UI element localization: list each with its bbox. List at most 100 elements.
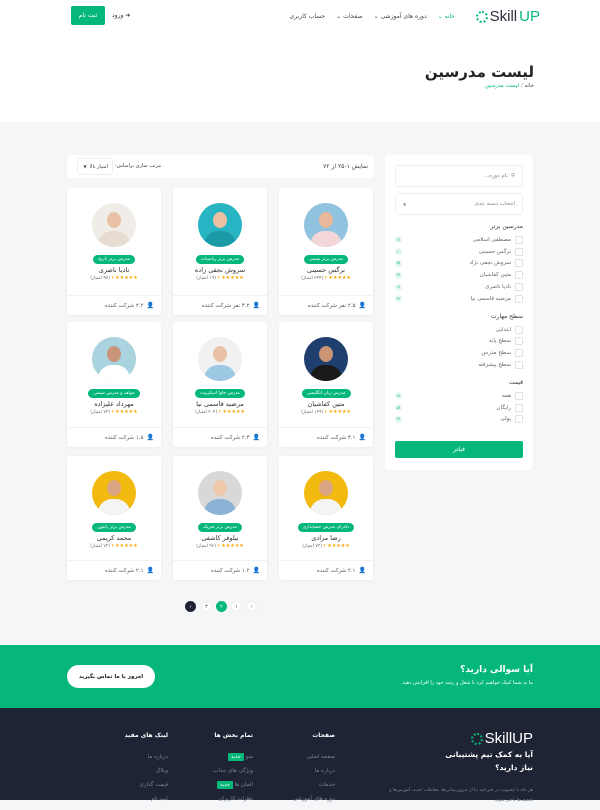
star-icons: ★★★★★	[222, 409, 245, 415]
nav-home[interactable]: خانه ⌄	[438, 13, 455, 20]
breadcrumb-home[interactable]: خانه	[524, 83, 534, 89]
level-filter-option[interactable]: سطح مدرس	[395, 347, 523, 359]
pagination-page[interactable]: ۱	[231, 601, 242, 612]
footer-link[interactable]: منو جدید	[213, 753, 253, 768]
footer-link[interactable]: نظرات کاربران	[213, 796, 253, 810]
teacher-card[interactable]: مدرس برتر فیزیک نیلوفر کاشفی ★★★★★ ۴ (۹۶…	[173, 456, 267, 580]
user-icon: 👤	[358, 567, 366, 574]
teacher-filter-option[interactable]: نرگس حسینی ۱۰	[395, 246, 523, 258]
teacher-card[interactable]: مدرس برتر شیمی نرگس حسینی ★★★★★ ۴ (۲۴۴ ا…	[279, 188, 373, 315]
teacher-name[interactable]: نرگس حسینی	[279, 266, 373, 274]
nav-courses[interactable]: دوره های آموزشی ⌄	[374, 13, 427, 20]
price-filter-option[interactable]: رایگان ۵۴	[395, 402, 523, 414]
checkbox[interactable]	[515, 325, 523, 334]
pagination-page[interactable]: ۲	[216, 601, 227, 612]
filter-button[interactable]: فیلتر	[395, 441, 523, 459]
level-filter-option[interactable]: سطح پایه	[395, 336, 523, 348]
footer-link-label: نظرات کاربران	[218, 796, 253, 802]
pagination-next[interactable]: ›	[185, 601, 196, 612]
sort-select[interactable]: امتیاز بالا ▼	[77, 158, 113, 175]
teacher-name[interactable]: متین کفاشیان	[279, 400, 373, 408]
signup-button[interactable]: ثبت نام	[71, 6, 105, 25]
rating-votes: (۹۷ امتیاز)	[90, 276, 110, 281]
teacher-name[interactable]: سروش نجفی زاده	[173, 266, 267, 274]
teacher-name[interactable]: نادیا ناصری	[67, 266, 161, 274]
checkbox[interactable]	[515, 283, 523, 292]
teacher-avatar[interactable]	[304, 337, 348, 381]
footer-link[interactable]: ویژگی های جذاب	[213, 768, 253, 782]
teacher-card[interactable]: دکترای مدرس حسابداری رضا مرادی ★★★★★ ۴ (…	[279, 456, 373, 580]
checkbox[interactable]	[515, 415, 523, 424]
checkbox[interactable]	[515, 349, 523, 358]
checkbox[interactable]	[515, 271, 523, 280]
category-select-label: انتخاب دسته بندی	[474, 201, 515, 207]
teacher-filter-option[interactable]: مرضیه قاسمی نیا ۳۲	[395, 293, 523, 305]
teacher-filter-option[interactable]: مصطفی اسلامی ۱۲	[395, 234, 523, 246]
level-filter-option[interactable]: سطح پیشرفته	[395, 359, 523, 371]
checkbox[interactable]	[515, 247, 523, 256]
user-icon: 👤	[252, 302, 260, 309]
teacher-badge: مدرس زبان انگلیسی	[301, 389, 351, 398]
checkbox[interactable]	[515, 361, 523, 370]
footer-link[interactable]: قیمت گذاری	[125, 782, 168, 796]
checkbox[interactable]	[515, 235, 523, 244]
footer-link[interactable]: دوره های آموزشی	[293, 796, 335, 810]
teacher-card[interactable]: مدرس جاوا اسکریپت مرضیه قاسمی نیا ★★★★★ …	[173, 322, 267, 447]
footer-link[interactable]: صفحه اصلی	[293, 754, 335, 768]
checkbox[interactable]	[515, 337, 523, 346]
teacher-avatar[interactable]	[198, 337, 242, 381]
teacher-avatar[interactable]	[304, 471, 348, 515]
category-select[interactable]: انتخاب دسته بندی ▼	[395, 193, 523, 215]
price-filter-option[interactable]: همه ۷۶	[395, 390, 523, 402]
teacher-card[interactable]: مدرس برتر ریاضیات سروش نجفی زاده ★★★★★ ۴…	[173, 188, 267, 315]
option-count: ۱۰	[395, 248, 402, 256]
nav-account[interactable]: حساب کاربری	[290, 13, 326, 20]
teacher-filter-option[interactable]: نادیا ناصری ۱۲	[395, 281, 523, 293]
teacher-card[interactable]: مدرس برتر پایتون محمد کریمی ★★★★★ ۴ (۷۳ …	[67, 456, 161, 580]
teacher-avatar[interactable]	[304, 203, 348, 247]
checkbox[interactable]	[515, 259, 523, 268]
teacher-name[interactable]: رضا مرادی	[279, 534, 373, 542]
teacher-avatar[interactable]	[92, 471, 136, 515]
login-icon: ➜	[125, 12, 131, 19]
price-filter-option[interactable]: پولی ۳۲	[395, 414, 523, 426]
teacher-card[interactable]: مدرس برتر تاریخ نادیا ناصری ★★★★★ ۴ (۹۷ …	[67, 188, 161, 315]
checkbox[interactable]	[515, 391, 523, 400]
checkbox[interactable]	[515, 403, 523, 412]
teacher-card[interactable]: مولف و مدرس شیمی مهرداد علیزاده ★★★★★ ۴ …	[67, 322, 161, 447]
teacher-avatar[interactable]	[92, 337, 136, 381]
footer-link[interactable]: درباره ما	[125, 754, 168, 768]
teacher-name[interactable]: نیلوفر کاشفی	[173, 534, 267, 542]
logo[interactable]: Skill UP	[475, 8, 540, 25]
login-link[interactable]: ➜ ورود	[112, 12, 130, 19]
teacher-filter-option[interactable]: متین کفاشیان ۳۲	[395, 269, 523, 281]
option-label: پولی	[500, 416, 511, 423]
footer-link[interactable]: خدمات	[293, 782, 335, 796]
teacher-avatar[interactable]	[198, 471, 242, 515]
footer-link[interactable]: وبلاگ	[125, 768, 168, 782]
teacher-name[interactable]: مرضیه قاسمی نیا	[173, 400, 267, 408]
teacher-card[interactable]: مدرس زبان انگلیسی متین کفاشیان ★★★★★ ۴ (…	[279, 322, 373, 447]
teacher-filter-option[interactable]: سروش نجفی نژاد ۵۴	[395, 258, 523, 270]
footer-link[interactable]: ثبت نام	[125, 796, 168, 810]
search-input[interactable]: ⚲ نام دوره...	[395, 165, 523, 187]
teacher-name[interactable]: محمد کریمی	[67, 534, 161, 542]
contact-us-button[interactable]: امروز با ما تماس بگیرید	[67, 665, 155, 688]
footer-link-label: درباره ما	[314, 768, 335, 774]
footer-link[interactable]: المان ها جدید	[213, 781, 253, 796]
pagination-prev[interactable]: ‹	[246, 601, 257, 612]
footer-column-title: صفحات	[312, 732, 335, 739]
star-icons: ★★★★★	[328, 409, 351, 415]
option-count: ۳۲	[395, 295, 402, 303]
level-filter-option[interactable]: ابتدایی	[395, 324, 523, 336]
rating-votes: (۲۴۴ امتیاز)	[301, 276, 324, 281]
teacher-name[interactable]: مهرداد علیزاده	[67, 400, 161, 408]
teacher-avatar[interactable]	[92, 203, 136, 247]
checkbox[interactable]	[515, 294, 523, 303]
nav-pages[interactable]: صفحات ⌄	[336, 13, 362, 20]
cta-title: آیا سوالی دارید؟	[460, 665, 533, 675]
option-count: ۳۲	[395, 271, 402, 279]
pagination-page[interactable]: ۳	[201, 601, 212, 612]
footer-link[interactable]: درباره ما	[293, 768, 335, 782]
teacher-avatar[interactable]	[198, 203, 242, 247]
